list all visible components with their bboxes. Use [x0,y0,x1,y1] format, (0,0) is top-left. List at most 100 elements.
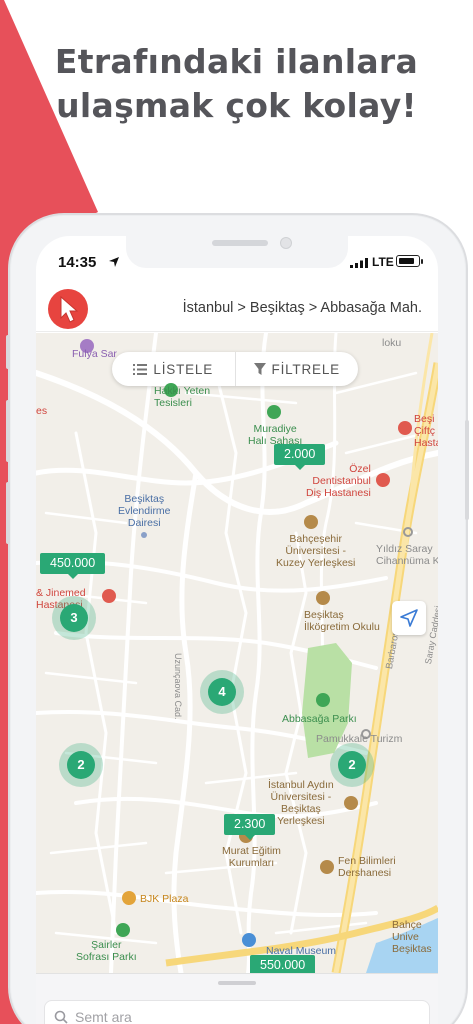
museum-icon [242,933,256,947]
poi-ilkogretim: Beşiktaş İlkögretim Okulu [304,609,380,633]
poi-abbasaga-parki: Abbasağa Parkı [282,713,357,725]
poi-aydin-line2: Üniversitesi - [270,791,332,803]
poi-evlendirme-line1: Beşiktaş [124,493,165,505]
poi-dentistanbul-line3: Diş Hastanesi [306,487,371,499]
poi-murat-line2: Kurumları [228,857,275,869]
education-icon [316,591,330,605]
search-input[interactable] [75,1001,415,1024]
street-uzuncaova: Uzunçaova Cad. [173,653,183,720]
list-icon [133,363,148,375]
phone-power-button [465,420,469,520]
education-icon [344,796,358,810]
listing-price-pin[interactable]: 2.300 [224,814,276,840]
poi-yildiz-line1: Yıldız Saray [376,543,433,555]
poi-edge-fragment-top: loku [382,337,402,349]
poi-fen-bilimleri: Fen Bilimleri Dershanesi [338,855,396,879]
poi-bjk-plaza: BJK Plaza [140,893,189,905]
poi-fen-line1: Fen Bilimleri [338,855,396,867]
search-icon [54,1010,68,1024]
poi-ilkogretim-line2: İlkögretim Okulu [304,621,380,633]
cluster-count: 3 [60,604,88,632]
locate-me-button[interactable] [392,601,426,635]
poi-besiktas-hospital-line2: Çiftç [414,425,435,437]
poi-yildiz-line2: Cihannüma Ko [376,555,438,567]
poi-sairler-line1: Şairler [91,939,122,951]
poi-ilkogretim-line1: Beşiktaş [304,609,344,621]
list-button-label: LİSTELE [153,361,214,377]
headline-line-2: ulaşmak çok kolay! [56,86,417,125]
poi-aydin-line1: İstanbul Aydın [268,779,334,791]
navigation-bar: İstanbul > Beşiktaş > Abbasağa Mah. [36,286,438,332]
network-type: LTE [372,255,394,269]
battery-tip [421,259,423,264]
cluster-count: 4 [208,678,236,706]
poi-aydin-line3: Beşiktaş [281,803,321,815]
listing-price-pin[interactable]: 450.000 [40,553,106,579]
poi-edge-fragment: es [36,405,48,417]
poi-besiktas-hospital-line1: Beşi [414,413,435,425]
location-arrow-icon [400,609,418,627]
poi-dentistanbul-line2: Dentistanbul [312,475,371,487]
funnel-icon [253,363,266,375]
poi-evlendirme-line2: Evlendirme [118,505,171,517]
poi-bahcesehir-south: Bahçe Unive Beşiktas [392,919,432,955]
poi-bahce-line2: Unive [392,931,419,943]
bottom-sheet[interactable] [36,973,438,1024]
listing-cluster[interactable]: 2 [59,743,103,787]
poi-bahcesehir-line3: Kuzey Yerleşkesi [276,557,356,569]
list-filter-segmented-control: LİSTELE FİLTRELE [112,352,358,386]
poi-murat-egitim: Murat Eğitim Kurumları [222,845,281,869]
education-icon [320,860,334,874]
cursor-arrow-icon [60,295,79,323]
poi-murat-line1: Murat Eğitim [222,845,281,857]
listing-cluster[interactable]: 4 [200,670,244,714]
poi-hakki-yeten: Hakkı Yeten Tesisleri [154,385,210,409]
poi-yildiz-saray: Yıldız Saray Cihannüma Ko [376,543,438,567]
park-icon [116,923,130,937]
poi-dentistanbul: Özel Dentistanbul Diş Hastanesi [306,463,371,499]
sheet-drag-handle[interactable] [218,981,256,985]
poi-istanbul-aydin: İstanbul Aydın Üniversitesi - Beşiktaş Y… [268,779,334,827]
battery-icon [396,255,420,267]
poi-aydin-line4: Yerleşkesi [277,815,325,827]
list-button[interactable]: LİSTELE [112,352,235,386]
headline-line-1: Etrafındaki ilanlara [54,42,419,81]
location-services-icon [109,257,119,267]
poi-besiktas-hospital-right: Beşi Çiftç Hasta [414,413,438,449]
phone-volume-down [6,482,10,544]
listing-price-pin[interactable]: 550.000 [250,955,316,973]
poi-sairler-sofrasi: Şairler Sofrası Parkı [76,939,137,963]
cluster-count: 2 [67,751,95,779]
listing-cluster[interactable]: 2 [330,743,374,787]
location-breadcrumb[interactable]: İstanbul > Beşiktaş > Abbasağa Mah. [96,300,422,316]
poi-besiktas-hospital-line3: Hasta [414,437,438,449]
poi-hakki-yeten-line1: Hakkı Yeten [154,385,211,397]
park-icon [316,693,330,707]
poi-pamukkale: Pamukkale Turizm [316,733,403,745]
poi-fulya: Fulya Sar [72,348,117,360]
listing-cluster[interactable]: 3 [52,596,96,640]
hospital-icon [376,473,390,487]
poi-bahcesehir-line2: Üniversitesi - [285,545,347,557]
promo-headline: Etrafındaki ilanlara ulaşmak çok kolay! [0,40,473,128]
search-box[interactable] [44,1000,430,1024]
cellular-signal-icon [350,258,368,268]
filter-button-label: FİLTRELE [271,361,340,377]
poi-sairler-line2: Sofrası Parkı [76,951,137,963]
map-view[interactable]: LİSTELE FİLTRELE Fulya Sar es loku Hakkı… [36,333,438,973]
phone-notch [126,236,348,268]
earpiece-speaker [212,240,268,246]
status-time: 14:35 [58,254,97,271]
poi-muradiye-line1: Muradiye [253,423,297,435]
poi-bahcesehir: Bahçeşehir Üniversitesi - Kuzey Yerleşke… [276,533,355,569]
sports-icon [267,405,281,419]
phone-volume-up [6,400,10,462]
cluster-count: 2 [338,751,366,779]
poi-bahcesehir-line1: Bahçeşehir [289,533,342,545]
education-icon [304,515,318,529]
filter-button[interactable]: FİLTRELE [234,352,359,386]
app-logo[interactable] [48,289,88,329]
poi-evlendirme-dairesi: Beşiktaş Evlendirme Dairesi [118,493,171,529]
listing-price-pin[interactable]: 2.000 [274,444,326,470]
poi-bahce-line1: Bahçe [392,919,422,931]
